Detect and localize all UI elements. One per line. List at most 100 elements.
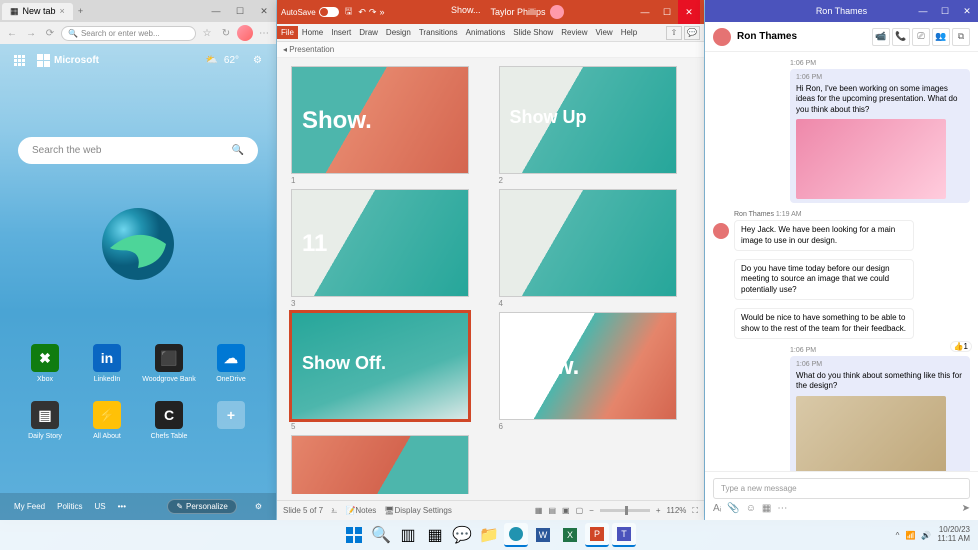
emoji-icon[interactable]: ☺ [746,503,756,514]
reading-view-icon[interactable]: ▣ [562,506,570,515]
slideshow-view-icon[interactable]: ▢ [576,506,584,515]
ribbon-tab[interactable]: Review [557,26,591,39]
search-box[interactable]: Search the web 🔍 [18,137,258,164]
word-taskbar-icon[interactable]: W [531,523,555,547]
zoom-slider[interactable] [600,509,650,512]
zoom-in-button[interactable]: + [656,506,661,515]
settings-icon[interactable]: ⚙ [255,502,262,511]
toggle-switch[interactable] [319,7,339,17]
maximize-button[interactable]: ☐ [934,0,956,22]
powerpoint-taskbar-icon[interactable]: P [585,523,609,547]
send-button[interactable]: ➤ [962,503,970,514]
zoom-level[interactable]: 112% [667,506,687,515]
add-people-button[interactable]: 👥 [932,28,950,46]
share-button[interactable]: ⇧ [666,26,682,40]
slide-thumbnail[interactable]: 4 [499,189,691,308]
slide-thumbnail[interactable]: Show Off.5 [291,312,483,431]
maximize-button[interactable]: ☐ [228,0,252,22]
search-button[interactable]: 🔍 [369,523,393,547]
menu-button[interactable]: ⋯ [256,25,272,41]
maximize-button[interactable]: ☐ [656,0,678,24]
slide-thumbnail[interactable]: Show.1 [291,66,483,185]
attach-icon[interactable]: 📎 [727,503,739,514]
sorter-view-icon[interactable]: ▤ [548,506,556,515]
save-icon[interactable]: 🖫 [345,4,353,20]
close-button[interactable]: ✕ [678,0,700,24]
lang-icon[interactable]: ⎁ [331,506,337,516]
feed-nav-item[interactable]: ••• [118,502,126,511]
reaction-badge[interactable]: 👍1 [950,341,972,352]
format-icon[interactable]: Aᵢ [713,503,721,514]
file-tab[interactable]: File [277,26,298,39]
minimize-button[interactable]: — [204,0,228,22]
task-view-button[interactable]: ▥ [396,523,420,547]
autosave-toggle[interactable]: AutoSave [281,7,339,17]
normal-view-icon[interactable]: ▦ [535,506,543,515]
ribbon-tab[interactable]: Design [382,26,415,39]
slide-thumbnail[interactable]: Show Up2 [499,66,691,185]
user-badge[interactable]: Taylor Phillips [490,5,563,19]
ribbon-tab[interactable]: Home [298,26,327,39]
minimize-button[interactable]: — [912,0,934,22]
doc-title[interactable]: Show... [451,5,481,19]
chevron-up-icon[interactable]: ^ [896,531,900,540]
contact-name[interactable]: Ron Thames [737,31,797,42]
volume-icon[interactable]: 🔊 [921,531,931,540]
fit-button[interactable]: ⛶ [692,506,698,516]
ribbon-tab[interactable]: Animations [462,26,510,39]
quick-link-tile[interactable]: ▤Daily Story [23,401,67,440]
clock[interactable]: 10/20/23 11:11 AM [937,526,970,544]
gif-icon[interactable]: ▦ [762,503,771,514]
slide-thumbnail[interactable] [291,435,483,494]
settings-icon[interactable]: ⚙ [253,55,262,66]
slide-thumbnail[interactable]: 113 [291,189,483,308]
feed-nav-item[interactable]: My Feed [14,502,45,511]
ribbon-tab[interactable]: Slide Show [509,26,557,39]
personalize-button[interactable]: ✎ Personalize [167,499,237,514]
feed-nav-item[interactable]: US [94,502,105,511]
ribbon-tab[interactable]: Help [617,26,641,39]
display-settings-button[interactable]: 🖥Display Settings [384,506,452,515]
comments-button[interactable]: 💬 [684,26,700,40]
microsoft-logo[interactable]: Microsoft [37,54,99,67]
weather-widget[interactable]: ⛅ 62° ⚙ [205,55,262,66]
wifi-icon[interactable]: 📶 [905,531,915,540]
close-button[interactable]: ✕ [252,0,276,22]
breadcrumb[interactable]: ◂ Presentation [277,42,704,58]
quick-link-tile[interactable]: CChefs Table [147,401,191,440]
screen-share-button[interactable]: ⎚ [912,28,930,46]
chat-message[interactable]: Ron Thames 1:19 AMHey Jack. We have been… [713,211,970,251]
ribbon-tab[interactable]: Draw [355,26,382,39]
quick-link-tile[interactable]: ✖Xbox [23,344,67,383]
address-bar[interactable]: 🔍 Search or enter web... [61,26,196,41]
widgets-button[interactable]: ▦ [423,523,447,547]
quick-link-tile[interactable]: ☁OneDrive [209,344,253,383]
quick-link-tile[interactable]: ⬛Woodgrove Bank [147,344,191,383]
start-button[interactable] [342,523,366,547]
quick-link-tile[interactable]: + [209,401,253,440]
audio-call-button[interactable]: 📞 [892,28,910,46]
chat-button[interactable]: 💬 [450,523,474,547]
forward-button[interactable]: → [23,25,39,41]
ribbon-tab[interactable]: Transitions [415,26,462,39]
ribbon-tab[interactable]: Insert [327,26,355,39]
favorites-button[interactable]: ☆ [199,25,215,41]
notes-button[interactable]: 📝Notes [345,506,376,515]
chat-message[interactable]: 1:06 PM1:06 PMHi Ron, I've been working … [713,60,970,203]
chat-message[interactable]: Would be nice to have something to be ab… [713,308,970,339]
video-call-button[interactable]: 📹 [872,28,890,46]
sync-button[interactable]: ↻ [218,25,234,41]
back-button[interactable]: ← [4,25,20,41]
feed-nav-item[interactable]: Politics [57,502,82,511]
chat-message[interactable]: 1:06 PM1:06 PMWhat do you think about so… [713,347,970,480]
message-input[interactable]: Type a new message [713,478,970,499]
explorer-button[interactable]: 📁 [477,523,501,547]
zoom-out-button[interactable]: − [589,506,594,515]
profile-avatar[interactable] [237,25,253,41]
teams-taskbar-icon[interactable]: T [612,523,636,547]
browser-tab[interactable]: ▦ New tab × [2,3,73,20]
more-icon[interactable]: ⋯ [777,503,787,514]
close-button[interactable]: ✕ [956,0,978,22]
new-tab-button[interactable]: + [73,4,88,18]
refresh-button[interactable]: ⟳ [42,25,58,41]
